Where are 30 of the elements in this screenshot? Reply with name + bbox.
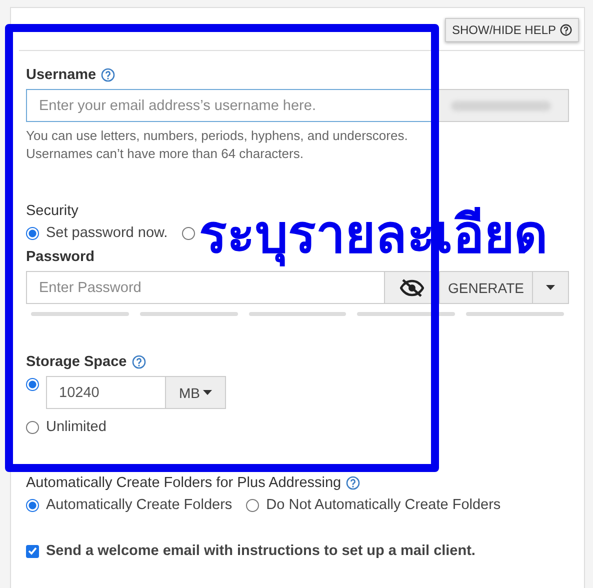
checkbox[interactable]	[26, 544, 39, 558]
storage-label: Storage Space	[26, 354, 127, 370]
show-hide-help-button[interactable]: SHOW/HIDE HELP	[444, 18, 579, 42]
password-label: Password	[26, 249, 94, 265]
radio-button[interactable]	[246, 498, 260, 512]
option-label: Automatically Create Folders	[46, 497, 232, 513]
unit-dropdown[interactable]: MB	[166, 376, 226, 409]
caret-icon	[546, 285, 555, 290]
radio-button[interactable]	[26, 378, 39, 391]
option-label: Do Not Automatically Create Folders	[266, 497, 501, 513]
plus-addressing-label: Automatically Create Folders for Plus Addressing	[26, 475, 342, 491]
option-label: Set password now.	[46, 225, 168, 241]
security-label: Security	[26, 203, 78, 219]
help-icon	[560, 24, 572, 36]
password-field[interactable]: Enter Password	[26, 271, 385, 304]
username-hint: You can use letters, numbers, periods, hyphens, and underscores. Usernames can’t have more than 64 characters.	[26, 127, 409, 163]
help-icon[interactable]	[101, 68, 116, 82]
radio-button[interactable]	[26, 420, 39, 434]
help-icon[interactable]	[346, 476, 360, 490]
option-label: Unlimited	[46, 419, 106, 435]
quota-field[interactable]: 10240	[46, 376, 166, 409]
username-label: Username	[26, 67, 96, 83]
generate-button[interactable]: GENERATE	[440, 271, 533, 304]
radio-button[interactable]	[26, 226, 39, 240]
radio-button[interactable]	[26, 498, 39, 512]
welcome-email-label: Send a welcome email with instructions to set up a mail client.	[46, 543, 476, 559]
caret-icon	[203, 390, 212, 395]
eye-slash-icon	[400, 278, 424, 296]
help-icon[interactable]	[132, 355, 146, 369]
radio-button[interactable]	[182, 226, 195, 240]
